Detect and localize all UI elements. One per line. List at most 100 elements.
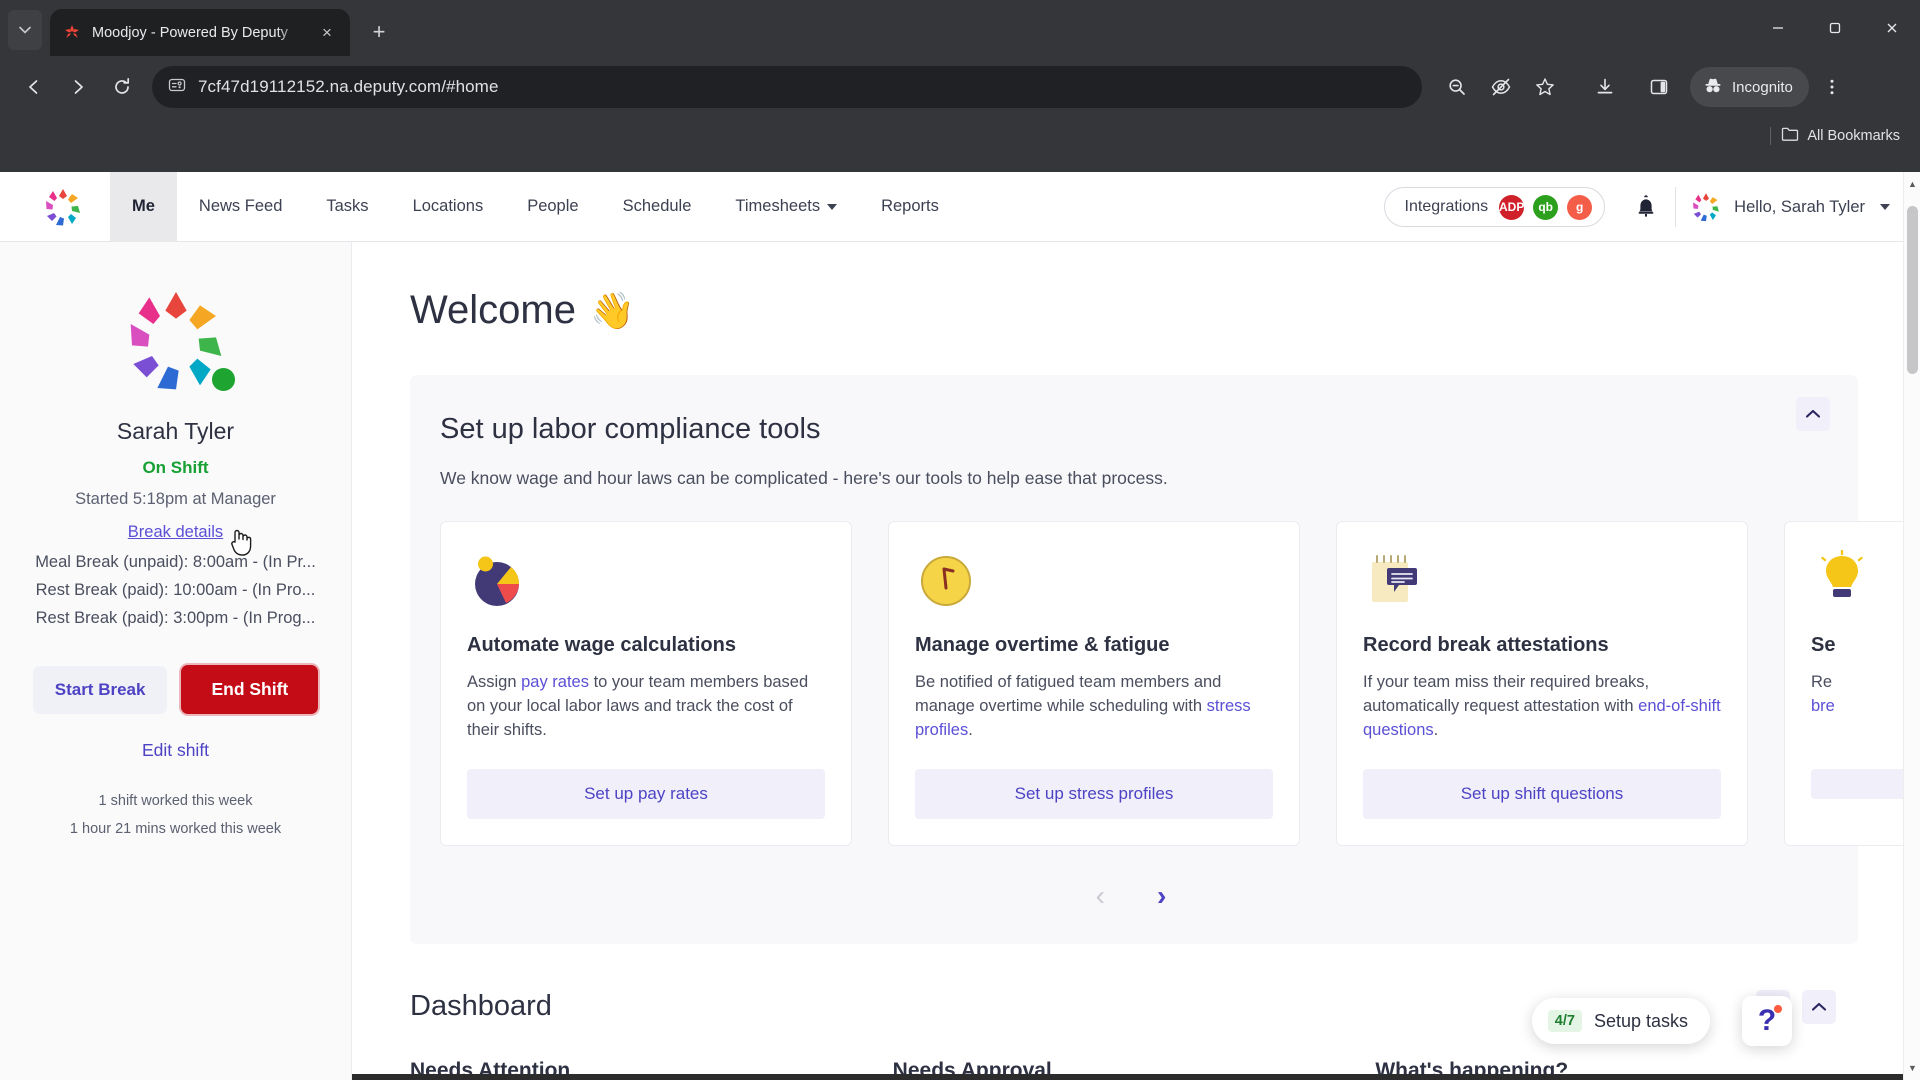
break-details-link[interactable]: Break details — [128, 523, 252, 556]
url-text: 7cf47d19112152.na.deputy.com/#home — [198, 77, 499, 96]
nav-item-schedule[interactable]: Schedule — [601, 172, 714, 242]
close-tab-icon[interactable]: × — [316, 23, 338, 43]
sidebar-user-name: Sarah Tyler — [116, 418, 235, 444]
user-menu[interactable]: Hello, Sarah Tyler — [1690, 191, 1894, 223]
incognito-label: Incognito — [1732, 78, 1793, 96]
nav-item-news-feed[interactable]: News Feed — [177, 172, 304, 242]
bookmark-divider — [1770, 127, 1772, 145]
nav-item-timesheets[interactable]: Timesheets — [713, 172, 859, 242]
hide-password-icon[interactable] — [1480, 66, 1522, 108]
address-bar[interactable]: 7cf47d19112152.na.deputy.com/#home — [152, 66, 1422, 108]
mouse-cursor — [228, 527, 254, 557]
deputy-logo[interactable] — [42, 186, 84, 228]
lightbulb-icon — [1811, 549, 1873, 612]
site-info-icon[interactable] — [168, 76, 186, 99]
minimize-button[interactable] — [1749, 0, 1806, 56]
nav-divider — [1675, 187, 1677, 227]
compliance-cards: Automate wage calculations Assign pay ra… — [440, 521, 1920, 846]
window-controls — [1749, 0, 1920, 56]
help-notification-dot — [1774, 1005, 1782, 1013]
tab-title: Moodjoy - Powered By Deputy — [92, 24, 288, 41]
quickbooks-badge[interactable]: qb — [1533, 194, 1559, 220]
profile-avatar[interactable] — [120, 284, 238, 396]
chevron-up-icon[interactable] — [1802, 990, 1836, 1024]
chevron-up-icon[interactable] — [1796, 397, 1830, 431]
help-button[interactable]: ? — [1742, 996, 1792, 1046]
notepad-icon — [1363, 550, 1425, 612]
shift-started-text: Started 5:18pm at Manager — [75, 490, 276, 508]
side-panel-icon[interactable] — [1638, 66, 1680, 108]
nav-item-tasks[interactable]: Tasks — [304, 172, 390, 242]
incognito-indicator[interactable]: Incognito — [1690, 67, 1809, 107]
nav-label: Me — [132, 197, 155, 215]
folder-icon — [1781, 126, 1799, 146]
integrations-button[interactable]: Integrations ADP qb g — [1383, 187, 1606, 227]
nav-item-reports[interactable]: Reports — [859, 172, 961, 242]
card-manage-overtime-fatigue: Manage overtime & fatigue Be notified of… — [888, 521, 1300, 846]
nav-item-me[interactable]: Me — [110, 172, 177, 242]
bottom-accent-bar — [352, 1074, 1903, 1080]
carousel-prev-button[interactable]: ‹ — [1096, 882, 1105, 910]
card-title: Manage overtime & fatigue — [915, 634, 1170, 656]
card-link[interactable]: bre — [1811, 697, 1835, 715]
nav-items: Me News Feed Tasks Locations People Sche… — [110, 172, 961, 242]
reload-button[interactable] — [102, 67, 142, 107]
card-text: If your team miss their required breaks,… — [1363, 673, 1721, 739]
all-bookmarks-label: All Bookmarks — [1807, 128, 1900, 144]
setup-tasks-widget[interactable]: 4/7 Setup tasks — [1531, 998, 1710, 1044]
scroll-up-arrow[interactable]: ▲ — [1904, 174, 1920, 194]
set-up-shift-questions-button[interactable]: Set up shift questions — [1363, 769, 1721, 819]
page-title: Welcome 👋 — [410, 288, 1920, 333]
nav-label: Locations — [412, 197, 484, 215]
bookmarks-bar: All Bookmarks — [0, 118, 1920, 154]
browser-tab[interactable]: Moodjoy - Powered By Deputy × — [50, 9, 350, 56]
shifts-worked-stat: 1 shift worked this week — [98, 793, 253, 809]
tab-search-button[interactable] — [8, 10, 42, 50]
end-shift-button[interactable]: End Shift — [181, 665, 319, 714]
nav-label: Schedule — [622, 197, 692, 215]
chevron-down-icon — [1880, 204, 1890, 210]
labor-compliance-panel: Set up labor compliance tools We know wa… — [410, 375, 1920, 944]
adp-badge[interactable]: ADP — [1499, 194, 1524, 220]
nav-item-locations[interactable]: Locations — [391, 172, 506, 242]
forward-button[interactable] — [58, 67, 98, 107]
star-icon[interactable] — [1524, 66, 1566, 108]
zoom-out-icon[interactable] — [1436, 66, 1478, 108]
moodjoy-favicon — [62, 23, 82, 43]
start-break-button[interactable]: Start Break — [32, 665, 168, 714]
set-up-stress-profiles-button[interactable]: Set up stress profiles — [915, 769, 1273, 819]
clock-icon — [915, 550, 977, 612]
all-bookmarks-button[interactable]: All Bookmarks — [1781, 126, 1900, 146]
edit-shift-link[interactable]: Edit shift — [142, 740, 209, 761]
three-dot-menu-icon[interactable] — [1811, 66, 1853, 108]
card-partial-next: Se Re bre — [1784, 521, 1920, 846]
welcome-text: Welcome — [410, 288, 576, 332]
page-scrollbar[interactable]: ▲ ▼ — [1903, 172, 1920, 1080]
maximize-button[interactable] — [1806, 0, 1863, 56]
gusto-badge[interactable]: g — [1567, 194, 1593, 220]
nav-item-people[interactable]: People — [505, 172, 600, 242]
waving-hand-icon: 👋 — [589, 289, 635, 331]
download-icon[interactable] — [1584, 66, 1626, 108]
pie-chart-icon — [467, 550, 529, 612]
web-page: Me News Feed Tasks Locations People Sche… — [0, 172, 1920, 1080]
back-button[interactable] — [14, 67, 54, 107]
card-text: Be notified of fatigued team members and… — [915, 673, 1251, 739]
new-tab-button[interactable]: + — [362, 15, 396, 49]
card-title: Automate wage calculations — [467, 634, 736, 656]
incognito-icon — [1702, 75, 1724, 99]
carousel-next-button[interactable]: › — [1157, 882, 1166, 910]
hours-worked-stat: 1 hour 21 mins worked this week — [69, 821, 282, 837]
shift-action-buttons: Start Break End Shift — [32, 665, 319, 714]
scroll-down-arrow[interactable]: ▼ — [1904, 1058, 1920, 1078]
close-window-button[interactable] — [1863, 0, 1920, 56]
browser-window: Moodjoy - Powered By Deputy × + 7cf47d19… — [0, 0, 1920, 1080]
pay-rates-link[interactable]: pay rates — [521, 673, 589, 691]
cards-carousel-controls: ‹ › — [440, 882, 1822, 910]
browser-toolbar: 7cf47d19112152.na.deputy.com/#home Incog… — [0, 56, 1920, 118]
scrollbar-thumb[interactable] — [1907, 206, 1918, 374]
bell-icon[interactable] — [1623, 184, 1669, 230]
set-up-pay-rates-button[interactable]: Set up pay rates — [467, 769, 825, 819]
setup-tasks-label: Setup tasks — [1593, 1010, 1688, 1031]
panel-subtitle: We know wage and hour laws can be compli… — [440, 468, 1168, 488]
